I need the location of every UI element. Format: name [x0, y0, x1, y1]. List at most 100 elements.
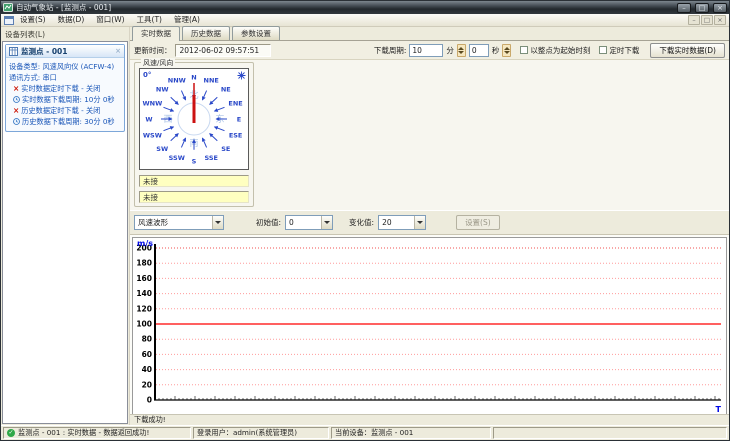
svg-text:40: 40	[142, 365, 152, 374]
off-cross-icon: ×	[13, 106, 20, 115]
menu-bar: 设置(S) 数据(D) 窗口(W) 工具(T) 管理(A) – □ ×	[1, 14, 729, 27]
minutes-spinner[interactable]	[456, 43, 466, 57]
realtime-timed-download-line: × 实时数据定时下载 - 关闭	[13, 84, 101, 93]
initial-value-select[interactable]: 0	[285, 215, 334, 230]
chevron-down-icon[interactable]	[212, 216, 223, 229]
svg-text:80: 80	[142, 335, 152, 344]
app-window: 自动气象站 - [监测点 - 001] – □ × 设置(S) 数据(D) 窗口…	[0, 0, 730, 441]
mdi-close-button[interactable]: ×	[714, 15, 726, 25]
svg-text:160: 160	[136, 274, 152, 283]
chevron-down-icon[interactable]	[414, 216, 426, 229]
tab-realtime-data[interactable]: 实时数据	[132, 26, 180, 41]
align-start-checkbox[interactable]	[520, 46, 529, 54]
download-status-line: 下载成功!	[130, 414, 729, 425]
svg-text:60: 60	[142, 350, 152, 359]
svg-text:S: S	[192, 157, 197, 165]
svg-text:WSW: WSW	[143, 132, 162, 140]
minutes-unit-label: 分	[446, 45, 454, 55]
initial-value-label: 初始值:	[256, 218, 282, 227]
svg-text:100: 100	[136, 320, 152, 329]
waveform-controls: 风速波形 初始值: 0 变化值: 20 设置(S)	[130, 210, 729, 235]
minimize-button[interactable]: –	[677, 2, 691, 13]
main-panel: 实时数据 历史数据 参数设置 更新时间： 2012-06-02 09:57:51…	[130, 26, 729, 425]
svg-text:N: N	[191, 73, 196, 81]
title-bar: 自动气象站 - [监测点 - 001] – □ ×	[1, 1, 729, 14]
svg-text:SE: SE	[221, 145, 230, 153]
off-cross-icon: ×	[13, 84, 20, 93]
svg-text:ESE: ESE	[229, 132, 243, 140]
menu-item-data[interactable]: 数据(D)	[52, 14, 91, 26]
wind-direction-field: 未接	[139, 191, 249, 203]
svg-text:m/s: m/s	[137, 239, 153, 248]
mdi-minimize-button[interactable]: –	[688, 15, 700, 25]
svg-text:SW: SW	[156, 145, 168, 153]
history-cycle-line: 历史数据下载周期: 30分 0秒	[9, 116, 122, 127]
svg-text:ENE: ENE	[228, 99, 242, 107]
app-icon	[3, 3, 13, 12]
svg-text:SSE: SSE	[204, 154, 218, 162]
wind-compass: 0° 北南东西NNNENEENEEESESESSESSSWSWWSWWWNWNW…	[139, 68, 249, 170]
menu-item-window[interactable]: 窗口(W)	[90, 14, 130, 26]
device-grid-icon	[9, 46, 18, 56]
waveform-select[interactable]: 风速波形	[134, 215, 224, 230]
comm-mode-line: 通讯方式: 串口	[9, 73, 57, 82]
timed-download-checkbox[interactable]	[599, 46, 608, 54]
waveform-settings-button[interactable]: 设置(S)	[456, 215, 500, 230]
device-node-header[interactable]: 监测点 - 001 ×	[6, 45, 124, 58]
status-message: 监测点 - 001 : 实时数据 - 数据返回成功!	[18, 428, 150, 437]
svg-text:140: 140	[136, 289, 152, 298]
menu-item-settings[interactable]: 设置(S)	[14, 14, 52, 26]
status-message-section: ✓ 监测点 - 001 : 实时数据 - 数据返回成功!	[3, 427, 191, 439]
wind-section: 风速/风向 0° 北南东西NNNENEENEEESESESSESSSWSWWSW…	[130, 58, 729, 210]
download-realtime-button[interactable]: 下载实时数据(D)	[650, 42, 725, 58]
clock-icon	[13, 118, 20, 125]
svg-text:WNW: WNW	[143, 99, 163, 107]
compass-rose: 北南东西NNNENEENEEESESESSESSSWSWWSWWWNWNWNNW	[143, 73, 243, 165]
wind-group-box: 风速/风向 0° 北南东西NNNENEENEEESESESSESSSWSWWSW…	[134, 58, 254, 207]
spin-up-icon[interactable]	[503, 46, 510, 50]
delta-value-select[interactable]: 20	[378, 215, 427, 230]
tab-bar: 实时数据 历史数据 参数设置	[130, 26, 729, 41]
device-info-panel: 设备类型: 风速风向仪 (ACFW-4) 通讯方式: 串口 × 实时数据定时下载…	[6, 58, 124, 131]
spin-up-icon[interactable]	[458, 46, 465, 50]
chevron-down-icon[interactable]	[321, 216, 333, 229]
login-user-section: 登录用户：admin(系统管理员)	[193, 427, 329, 439]
align-start-checkbox-row: 以整点为起始时刻	[520, 45, 590, 56]
device-list-title: 设备列表(L)	[5, 30, 46, 39]
device-node[interactable]: 监测点 - 001 × 设备类型: 风速风向仪 (ACFW-4) 通讯方式: 串…	[5, 44, 125, 132]
seconds-spinner[interactable]	[502, 43, 512, 57]
svg-text:NNE: NNE	[204, 77, 219, 85]
mdi-window-controls: – □ ×	[688, 15, 726, 25]
delta-value-label: 变化值:	[349, 218, 375, 227]
window-title: 自动气象站 - [监测点 - 001]	[16, 2, 112, 12]
align-start-checkbox-label: 以整点为起始时刻	[530, 45, 591, 55]
minutes-input[interactable]	[409, 43, 444, 57]
tab-history-data[interactable]: 历史数据	[182, 26, 230, 40]
chart-canvas: 020406080100120140160180200m/sT	[136, 239, 722, 414]
node-collapse-icon[interactable]: ×	[115, 47, 121, 55]
menu-item-admin[interactable]: 管理(A)	[168, 14, 206, 26]
svg-text:NNW: NNW	[168, 77, 186, 85]
success-check-icon: ✓	[7, 429, 15, 437]
svg-text:T: T	[716, 405, 722, 414]
update-time-label: 更新时间：	[134, 45, 172, 55]
wind-angle-value: 0°	[143, 71, 152, 79]
compass-star-icon	[237, 71, 246, 80]
tab-parameter-settings[interactable]: 参数设置	[232, 26, 280, 40]
download-cycle-label: 下载周期:	[373, 45, 407, 55]
update-time-value: 2012-06-02 09:57:51	[174, 43, 271, 57]
close-button[interactable]: ×	[713, 2, 727, 13]
svg-text:180: 180	[136, 259, 152, 268]
seconds-input[interactable]	[468, 43, 489, 57]
mdi-restore-button[interactable]: □	[701, 15, 713, 25]
login-user: 登录用户：admin(系统管理员)	[197, 428, 298, 437]
spin-down-icon[interactable]	[503, 50, 510, 54]
realtime-cycle-line: 实时数据下载周期: 10分 0秒	[9, 94, 122, 105]
svg-text:0: 0	[147, 396, 152, 405]
chart-section: 0 20 40 60 80 100 120 140 160 180 200 m/s T	[130, 235, 729, 415]
maximize-button[interactable]: □	[695, 2, 709, 13]
spin-down-icon[interactable]	[458, 50, 465, 54]
menu-item-tools[interactable]: 工具(T)	[131, 14, 168, 26]
svg-text:20: 20	[142, 380, 152, 389]
history-timed-download-line: × 历史数据定时下载 - 关闭	[13, 106, 101, 115]
